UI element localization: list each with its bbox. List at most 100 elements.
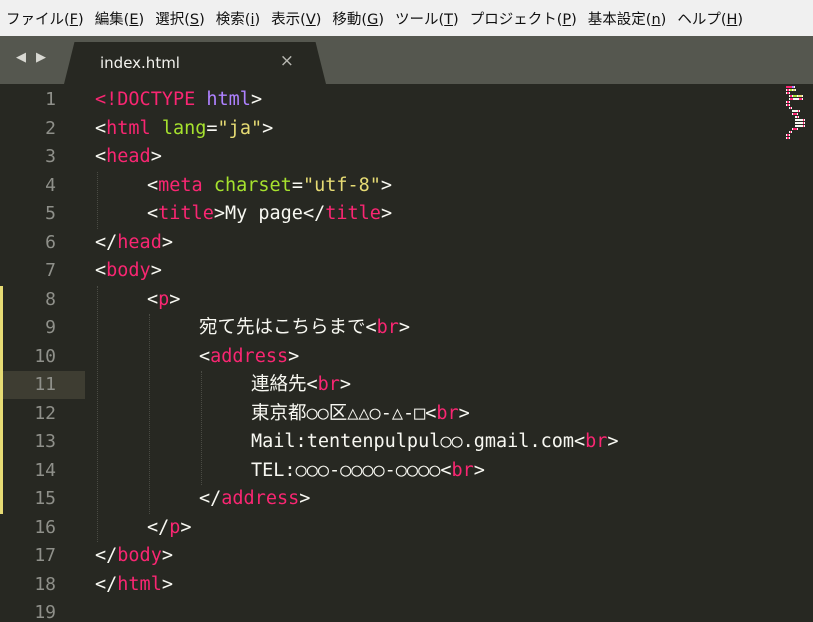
code-token: = [206, 117, 218, 139]
minimap[interactable] [786, 84, 813, 144]
editor-pane[interactable]: 1 2 3 4 5 6 7 8 9 10 11 12 13 14 15 16 17 18 19 <!DOCTYPE … [0, 84, 813, 622]
code-token: Mail:tentenpulpul○○.gmail.com< [251, 431, 586, 452]
code-token: = [291, 174, 303, 196]
code-token: > [150, 260, 162, 281]
code-line[interactable]: <body> [95, 257, 162, 286]
code-token: > [250, 89, 263, 110]
minimap-mark [804, 122, 805, 124]
minimap-mark [797, 113, 798, 115]
code-line[interactable]: <!DOCTYPE html> [95, 86, 262, 115]
code-token: body [117, 545, 162, 566]
code-line[interactable]: </body> [95, 542, 173, 571]
minimap-mark [789, 104, 790, 106]
code-token: > [180, 516, 192, 538]
menu-item-1[interactable]: 編集(E) [89, 8, 150, 29]
code-line[interactable]: 連絡先<br> [251, 371, 351, 400]
minimap-mark [789, 137, 790, 139]
code-token: meta [158, 174, 203, 196]
code-token: > [473, 459, 485, 481]
line-number: 15 [34, 488, 56, 509]
menu-item-0[interactable]: ファイル(F) [0, 8, 89, 29]
minimap-mark [791, 107, 792, 109]
minimap-mark [794, 86, 795, 88]
minimap-mark [804, 125, 805, 127]
code-token: > [169, 288, 181, 310]
tab-nav-arrows: ◀ ▶ [14, 50, 48, 65]
indent-guide [97, 285, 98, 542]
tab-index-html[interactable]: index.html × [64, 42, 326, 84]
code-token: </ [95, 231, 118, 253]
code-token: > [299, 488, 311, 509]
code-line[interactable]: <p> [147, 286, 180, 315]
minimap-mark [795, 122, 803, 124]
menu-item-7[interactable]: プロジェクト(P) [464, 8, 582, 29]
code-line[interactable]: <title>My page</title> [147, 200, 392, 229]
code-token: head [117, 231, 162, 253]
code-line[interactable]: </address> [199, 485, 310, 514]
close-icon[interactable]: × [280, 51, 294, 71]
code-token: < [95, 117, 107, 139]
line-number: 19 [34, 602, 56, 622]
minimap-mark [798, 116, 799, 118]
line-number: 16 [34, 516, 56, 538]
menu-bar: ファイル(F) 編集(E) 選択(S) 検索(i) 表示(V) 移動(G) ツール(T) プロ… [0, 0, 813, 36]
code-line[interactable]: </head> [95, 229, 173, 258]
code-line[interactable]: <address> [199, 343, 299, 372]
menu-item-6[interactable]: ツール(T) [389, 8, 464, 29]
code-token: > [262, 117, 274, 139]
menu-item-5[interactable]: 移動(G) [326, 8, 389, 29]
code-token: > [458, 402, 470, 424]
nav-forward-icon[interactable]: ▶ [34, 50, 48, 65]
line-number: 1 [45, 89, 56, 110]
code-token: </ [95, 573, 118, 595]
code-token: br [451, 459, 474, 481]
code-line[interactable]: </html> [95, 571, 173, 600]
code-token: html [106, 117, 151, 139]
line-number: 4 [45, 174, 56, 196]
indent-guide [201, 371, 202, 485]
minimap-mark [802, 95, 803, 97]
code-line[interactable]: 宛て先はこちらまで<br> [199, 314, 410, 343]
code-token: p [158, 288, 170, 310]
code-line[interactable]: Mail:tentenpulpul○○.gmail.com<br> [251, 428, 619, 457]
minimap-mark [802, 98, 803, 100]
code-token: br [436, 402, 459, 424]
line-number: 2 [45, 117, 56, 139]
menu-item-2[interactable]: 選択(S) [149, 8, 210, 29]
code-line[interactable]: 東京都○○区△△○-△-□<br> [251, 400, 470, 429]
minimap-mark [795, 89, 796, 91]
minimap-mark [789, 101, 790, 103]
line-number: 7 [45, 260, 56, 281]
minimap-mark [791, 131, 792, 133]
code-token: html [117, 573, 162, 595]
code-line[interactable]: <html lang="ja"> [95, 115, 273, 144]
code-line[interactable]: <meta charset="utf-8"> [147, 172, 392, 201]
code-line[interactable]: TEL:○○○-○○○○-○○○○<br> [251, 457, 485, 486]
code-token: </ [199, 488, 222, 509]
code-token: p [169, 516, 181, 538]
code-token: TEL:○○○-○○○○-○○○○< [251, 459, 452, 481]
code-token: address [210, 345, 289, 367]
minimap-mark [804, 119, 805, 121]
line-number-gutter: 1 2 3 4 5 6 7 8 9 10 11 12 13 14 15 16 17 18 19 [0, 84, 85, 622]
code-token: > [288, 345, 300, 367]
line-number: 9 [45, 317, 56, 338]
code-token: > [607, 431, 619, 452]
code-token: <!DOCTYPE [95, 89, 207, 110]
code-token: </ [95, 545, 118, 566]
code-line[interactable]: </p> [147, 514, 192, 543]
line-number: 10 [34, 345, 56, 367]
code-token: > [398, 317, 411, 338]
nav-back-icon[interactable]: ◀ [14, 50, 28, 65]
menu-item-3[interactable]: 検索(i) [210, 8, 265, 29]
menu-item-8[interactable]: 基本設定(n) [582, 8, 672, 29]
code-line[interactable]: <head> [95, 143, 162, 172]
code-token: < [147, 174, 159, 196]
menu-item-4[interactable]: 表示(V) [265, 8, 326, 29]
code-token: > [150, 146, 162, 167]
menu-item-9[interactable]: ヘルプ(H) [671, 8, 748, 29]
minimap-mark [795, 125, 803, 127]
code-token: title [325, 203, 381, 224]
